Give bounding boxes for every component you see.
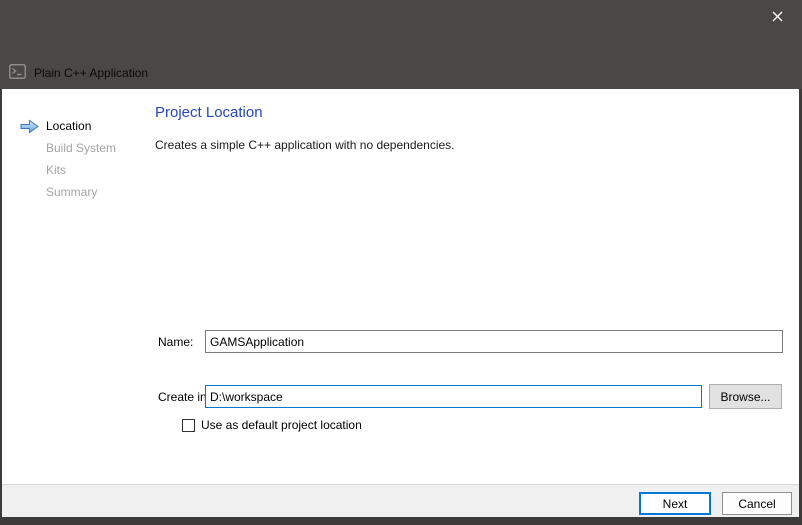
step-location[interactable]: Location	[20, 115, 116, 137]
step-build-system[interactable]: Build System	[20, 137, 116, 159]
step-label: Summary	[46, 185, 97, 199]
close-button[interactable]	[762, 4, 792, 28]
create-in-label: Create in:	[158, 390, 210, 404]
cancel-button[interactable]: Cancel	[722, 492, 792, 515]
window-header: Plain C++ Application	[0, 0, 802, 89]
wizard-body	[2, 89, 799, 517]
step-kits[interactable]: Kits	[20, 159, 116, 181]
default-location-checkbox[interactable]	[182, 419, 195, 432]
name-label: Name:	[158, 335, 193, 349]
close-icon	[772, 11, 783, 22]
step-label: Build System	[46, 141, 116, 155]
browse-button[interactable]: Browse...	[709, 384, 782, 409]
step-label: Location	[46, 119, 91, 133]
step-label: Kits	[46, 163, 66, 177]
wizard-title: Plain C++ Application	[34, 66, 148, 80]
current-step-arrow-icon	[20, 119, 46, 134]
window-border-bottom	[0, 517, 802, 525]
default-location-option[interactable]: Use as default project location	[182, 418, 362, 432]
wizard-header: Plain C++ Application	[9, 64, 148, 82]
terminal-prompt-icon	[9, 64, 26, 82]
create-in-path-input[interactable]	[205, 385, 702, 408]
wizard-steps-sidebar: Location Build System Kits Summary	[20, 115, 116, 203]
default-location-checkbox-label: Use as default project location	[201, 418, 362, 432]
next-button[interactable]: Next	[639, 492, 711, 515]
step-summary[interactable]: Summary	[20, 181, 116, 203]
page-description: Creates a simple C++ application with no…	[155, 138, 455, 152]
page-title: Project Location	[155, 104, 263, 121]
project-name-input[interactable]	[205, 330, 783, 353]
